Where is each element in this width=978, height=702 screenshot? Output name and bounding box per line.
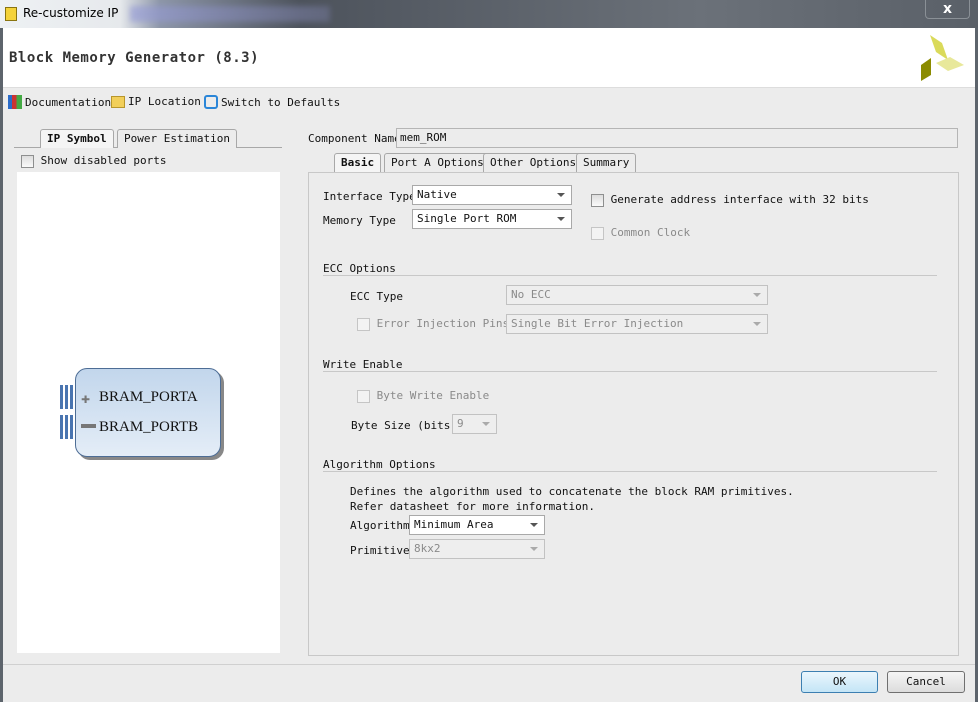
porta-bus-icon bbox=[60, 385, 74, 409]
port-label-b: BRAM_PORTB bbox=[99, 419, 199, 435]
show-disabled-ports-label: Show disabled ports bbox=[40, 154, 167, 167]
algorithm-select[interactable]: Minimum Area bbox=[409, 515, 545, 535]
algorithm-options-heading: Algorithm Options bbox=[323, 458, 436, 471]
algorithm-label: Algorithm bbox=[350, 519, 410, 532]
footer-divider bbox=[3, 664, 975, 665]
interface-type-select[interactable]: Native bbox=[412, 185, 572, 205]
collapse-minus-icon[interactable] bbox=[81, 424, 96, 428]
primitive-select: 8kx2 bbox=[409, 539, 545, 559]
algorithm-description-1: Defines the algorithm used to concatenat… bbox=[350, 485, 794, 498]
books-icon bbox=[8, 95, 22, 109]
show-disabled-ports-checkbox[interactable] bbox=[21, 154, 34, 168]
write-enable-heading: Write Enable bbox=[323, 358, 403, 371]
blurred-title-region bbox=[130, 6, 330, 22]
port-label-a: BRAM_PORTA bbox=[99, 389, 198, 405]
tab-ip-symbol[interactable]: IP Symbol bbox=[40, 129, 114, 148]
primitive-label: Primitive bbox=[350, 544, 410, 557]
interface-type-value: Native bbox=[417, 188, 457, 201]
algorithm-options-section: Algorithm Options bbox=[323, 458, 937, 472]
memory-type-value: Single Port ROM bbox=[417, 212, 517, 225]
memory-type-label: Memory Type bbox=[323, 214, 396, 227]
cancel-button[interactable]: Cancel bbox=[887, 671, 965, 693]
ecc-options-heading: ECC Options bbox=[323, 262, 396, 275]
bram-block[interactable] bbox=[75, 368, 221, 457]
common-clock-row: Common Clock bbox=[591, 226, 690, 240]
switch-to-defaults-button[interactable]: Switch to Defaults bbox=[204, 95, 340, 109]
gen-addr-32-checkbox[interactable] bbox=[591, 193, 604, 207]
error-injection-label: Error Injection Pins bbox=[376, 317, 510, 330]
tab-power-estimation[interactable]: Power Estimation bbox=[117, 129, 237, 148]
byte-size-label: Byte Size (bits) bbox=[351, 419, 457, 432]
byte-write-enable-checkbox bbox=[357, 389, 370, 403]
window-title: Re-customize IP bbox=[23, 6, 119, 20]
folder-icon bbox=[111, 95, 125, 108]
chevron-down-icon bbox=[557, 217, 565, 221]
component-name-label: Component Name bbox=[308, 132, 401, 145]
refresh-icon bbox=[204, 95, 218, 109]
error-injection-select: Single Bit Error Injection bbox=[506, 314, 768, 334]
interface-type-label: Interface Type bbox=[323, 190, 416, 203]
memory-type-select[interactable]: Single Port ROM bbox=[412, 209, 572, 229]
chevron-down-icon bbox=[482, 422, 490, 426]
primitive-value: 8kx2 bbox=[414, 542, 441, 555]
xilinx-logo-icon bbox=[921, 35, 964, 81]
portb-bus-icon bbox=[60, 415, 74, 439]
expand-plus-icon[interactable]: ✚ bbox=[81, 389, 90, 407]
chevron-down-icon bbox=[753, 322, 761, 326]
error-injection-checkbox bbox=[357, 317, 370, 331]
documentation-button[interactable]: Documentation bbox=[8, 95, 111, 109]
byte-write-enable-row: Byte Write Enable bbox=[357, 389, 489, 403]
gen-addr-32-row[interactable]: Generate address interface with 32 bits bbox=[591, 193, 869, 207]
chevron-down-icon bbox=[530, 523, 538, 527]
component-name-input[interactable]: mem_ROM bbox=[396, 128, 958, 148]
show-disabled-ports-row[interactable]: Show disabled ports bbox=[17, 152, 280, 172]
ip-window-icon bbox=[5, 7, 17, 21]
ecc-type-value: No ECC bbox=[511, 288, 551, 301]
close-button[interactable]: x bbox=[925, 0, 970, 19]
tab-port-a-options[interactable]: Port A Options bbox=[384, 153, 491, 172]
tab-summary[interactable]: Summary bbox=[576, 153, 637, 172]
byte-size-select: 9 bbox=[452, 414, 497, 434]
common-clock-label: Common Clock bbox=[610, 226, 691, 239]
ip-location-button[interactable]: IP Location bbox=[111, 95, 201, 108]
documentation-label: Documentation bbox=[25, 95, 112, 109]
gen-addr-32-label: Generate address interface with 32 bits bbox=[610, 193, 869, 206]
ip-title: Block Memory Generator (8.3) bbox=[9, 50, 260, 66]
tab-other-options[interactable]: Other Options bbox=[483, 153, 584, 172]
write-enable-section: Write Enable bbox=[323, 358, 937, 372]
ecc-type-label: ECC Type bbox=[350, 290, 403, 303]
error-injection-value: Single Bit Error Injection bbox=[511, 317, 684, 330]
byte-write-enable-label: Byte Write Enable bbox=[376, 389, 490, 402]
chevron-down-icon bbox=[557, 193, 565, 197]
basic-tab-panel bbox=[308, 172, 959, 656]
byte-size-value: 9 bbox=[457, 417, 464, 430]
chevron-down-icon bbox=[753, 293, 761, 297]
error-injection-row: Error Injection Pins bbox=[357, 317, 509, 331]
common-clock-checkbox bbox=[591, 226, 604, 240]
algorithm-value: Minimum Area bbox=[414, 518, 494, 531]
ecc-options-section: ECC Options bbox=[323, 262, 937, 276]
ok-button[interactable]: OK bbox=[801, 671, 878, 693]
algorithm-description-2: Refer datasheet for more information. bbox=[350, 500, 596, 513]
switch-to-defaults-label: Switch to Defaults bbox=[221, 95, 341, 109]
ecc-type-select: No ECC bbox=[506, 285, 768, 305]
ip-location-label: IP Location bbox=[128, 95, 201, 108]
tab-basic[interactable]: Basic bbox=[334, 153, 382, 172]
chevron-down-icon bbox=[530, 547, 538, 551]
